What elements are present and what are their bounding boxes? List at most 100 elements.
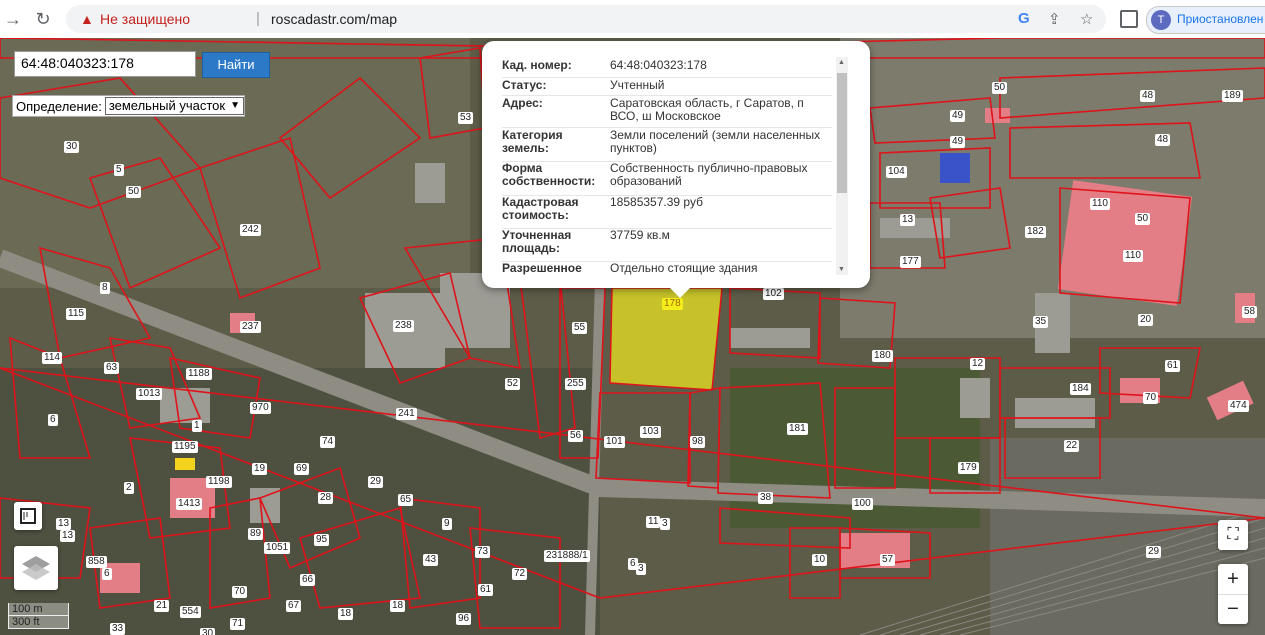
parcel-label[interactable]: 69: [294, 463, 310, 475]
parcel-label[interactable]: 238: [393, 320, 414, 332]
parcel-label[interactable]: 70: [232, 586, 248, 598]
address-bar[interactable]: ▲ Не защищено | roscadastr.com/map G ⇪ ☆: [66, 5, 1106, 33]
parcel-label[interactable]: 179: [958, 462, 979, 474]
parcel-label[interactable]: 858: [86, 556, 107, 568]
parcel-label[interactable]: 237: [240, 321, 261, 333]
parcel-label[interactable]: 13: [56, 518, 72, 530]
parcel-label[interactable]: 103: [640, 426, 661, 438]
parcel-label[interactable]: 100: [852, 498, 873, 510]
parcel-label[interactable]: 180: [872, 350, 893, 362]
parcel-label[interactable]: 58: [1242, 306, 1258, 318]
parcel-label[interactable]: 970: [250, 402, 271, 414]
parcel-label[interactable]: 19: [252, 463, 268, 475]
parcel-label[interactable]: 10: [812, 554, 828, 566]
scroll-down-icon[interactable]: ▼: [838, 266, 845, 273]
parcel-label[interactable]: 33: [110, 623, 126, 635]
parcel-label[interactable]: 43: [423, 554, 439, 566]
parcel-label[interactable]: 48: [1140, 90, 1156, 102]
parcel-label[interactable]: 30: [200, 628, 216, 635]
parcel-label[interactable]: 35: [1033, 316, 1049, 328]
parcel-label[interactable]: 242: [240, 224, 261, 236]
parcel-label[interactable]: 71: [230, 618, 246, 630]
parcel-label[interactable]: 38: [758, 492, 774, 504]
parcel-label[interactable]: 22: [1064, 440, 1080, 452]
scroll-up-icon[interactable]: ▲: [838, 59, 845, 66]
reload-icon[interactable]: ↻: [32, 8, 54, 30]
scroll-thumb[interactable]: [837, 73, 847, 193]
parcel-label[interactable]: 241: [396, 408, 417, 420]
parcel-label[interactable]: 231888/1: [544, 550, 590, 562]
parcel-label[interactable]: 95: [314, 534, 330, 546]
ruler-button[interactable]: [14, 502, 42, 530]
parcel-label[interactable]: 182: [1025, 226, 1046, 238]
parcel-label[interactable]: 29: [1146, 546, 1162, 558]
parcel-label[interactable]: 55: [572, 322, 588, 334]
parcel-label[interactable]: 104: [886, 166, 907, 178]
parcel-label[interactable]: 2: [124, 482, 134, 494]
parcel-label[interactable]: 13: [60, 530, 76, 542]
parcel-label[interactable]: 53: [458, 112, 474, 124]
parcel-label[interactable]: 63: [104, 362, 120, 374]
parcel-label[interactable]: 102: [763, 288, 784, 300]
parcel-label[interactable]: 30: [64, 141, 80, 153]
parcel-label[interactable]: 11: [646, 516, 661, 528]
parcel-label[interactable]: 101: [604, 436, 625, 448]
parcel-label[interactable]: 50: [1135, 213, 1151, 225]
zoom-out-button[interactable]: −: [1218, 595, 1248, 624]
parcel-label[interactable]: 28: [318, 492, 334, 504]
parcel-label[interactable]: 1195: [172, 441, 198, 453]
parcel-label[interactable]: 6: [102, 568, 112, 580]
parcel-label[interactable]: 181: [787, 423, 808, 435]
google-icon[interactable]: G: [1018, 10, 1030, 27]
parcel-label[interactable]: 1198: [206, 476, 232, 488]
fullscreen-button[interactable]: ⛶: [1218, 520, 1248, 550]
popup-scrollbar[interactable]: ▲ ▼: [836, 57, 848, 275]
find-button[interactable]: Найти: [202, 52, 270, 78]
parcel-label[interactable]: 52: [505, 378, 521, 390]
parcel-label[interactable]: 56: [568, 430, 584, 442]
parcel-label[interactable]: 57: [880, 554, 896, 566]
parcel-label[interactable]: 189: [1222, 90, 1243, 102]
parcel-label[interactable]: 255: [565, 378, 586, 390]
parcel-label[interactable]: 74: [320, 436, 336, 448]
parcel-label[interactable]: 72: [512, 568, 528, 580]
parcel-label[interactable]: 20: [1138, 314, 1154, 326]
parcel-label[interactable]: 13: [900, 214, 916, 226]
parcel-label[interactable]: 3: [636, 563, 646, 575]
parcel-label[interactable]: 6: [48, 414, 58, 426]
parcel-label[interactable]: 5: [114, 164, 124, 176]
parcel-label[interactable]: 89: [248, 528, 264, 540]
parcel-label[interactable]: 12: [970, 358, 986, 370]
parcel-label[interactable]: 177: [900, 256, 921, 268]
parcel-label[interactable]: 65: [398, 494, 414, 506]
parcel-label[interactable]: 96: [456, 613, 472, 625]
parcel-label[interactable]: 184: [1070, 383, 1091, 395]
parcel-label[interactable]: 178: [662, 298, 683, 310]
parcel-label[interactable]: 110: [1123, 250, 1143, 262]
parcel-label[interactable]: 61: [1165, 360, 1181, 372]
parcel-label[interactable]: 21: [154, 600, 170, 612]
parcel-label[interactable]: 1051: [264, 542, 291, 554]
map-canvas[interactable]: 178 102 55 255 56 101 103 98 181 180 12 184 61 70 474 5…: [0, 38, 1265, 635]
parcel-label[interactable]: 1413: [176, 498, 203, 510]
parcel-label[interactable]: 18: [390, 600, 406, 612]
share-icon[interactable]: ⇪: [1048, 10, 1061, 28]
profile-button[interactable]: T Приостановлен: [1146, 6, 1265, 34]
parcel-label[interactable]: 110: [1090, 198, 1110, 210]
parcel-label[interactable]: 98: [690, 436, 706, 448]
cadastral-search-input[interactable]: 64:48:040323:178: [14, 51, 196, 77]
parcel-label[interactable]: 50: [126, 186, 142, 198]
parcel-label[interactable]: 1013: [136, 388, 163, 400]
parcel-label[interactable]: 73: [475, 546, 491, 558]
parcel-label[interactable]: 70: [1143, 392, 1159, 404]
parcel-label[interactable]: 18: [338, 608, 354, 620]
parcel-label[interactable]: 29: [368, 476, 384, 488]
parcel-label[interactable]: 48: [1155, 134, 1171, 146]
layers-button[interactable]: [14, 546, 58, 590]
parcel-label[interactable]: 67: [286, 600, 302, 612]
zoom-in-button[interactable]: +: [1218, 564, 1248, 595]
definition-select[interactable]: земельный участок ▼: [104, 97, 245, 115]
parcel-label[interactable]: 66: [300, 574, 316, 586]
parcel-label[interactable]: 554: [180, 606, 201, 618]
parcel-label[interactable]: 1188: [186, 368, 212, 380]
